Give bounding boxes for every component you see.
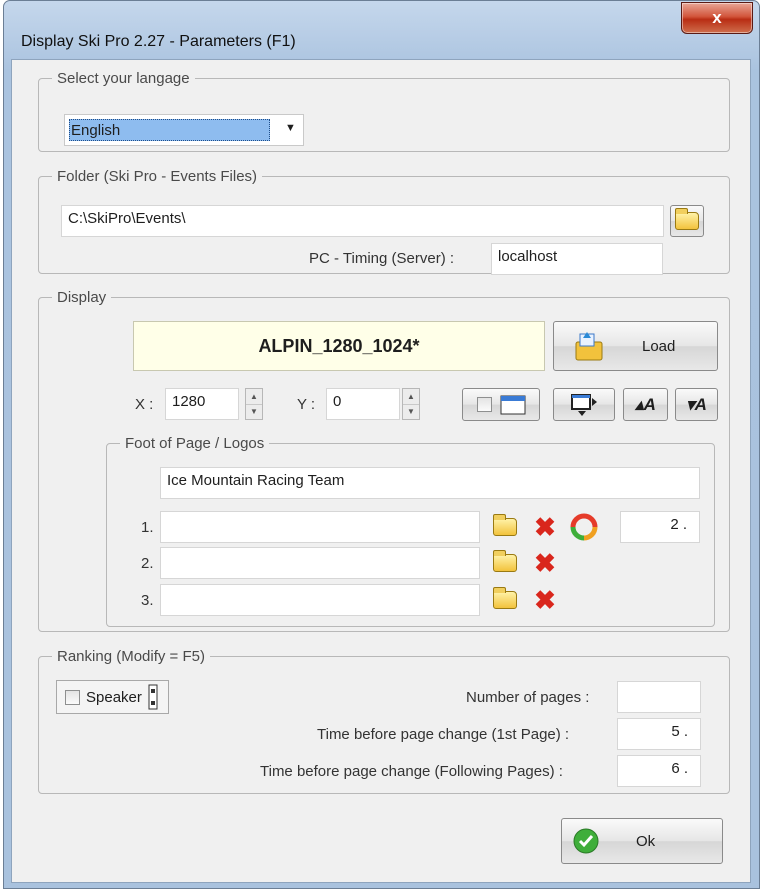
logo-3-input[interactable] — [160, 584, 480, 616]
window-title: Display Ski Pro 2.27 - Parameters (F1) — [21, 33, 296, 50]
resize-window-button[interactable] — [553, 388, 615, 421]
time-following-input[interactable]: 6 . — [617, 755, 701, 787]
rotation-interval-input[interactable]: 2 . — [620, 511, 700, 543]
display-group: Display ALPIN_1280_1024* Load X : 1280 ▲… — [38, 289, 730, 632]
server-input[interactable]: localhost — [491, 243, 663, 275]
dialog-client: Select your langage English ▼ Folder (Sk… — [11, 59, 751, 883]
folder-legend: Folder (Ski Pro - Events Files) — [57, 168, 258, 185]
refresh-icon — [570, 513, 598, 541]
ok-label: Ok — [636, 832, 656, 850]
rotate-logos-button[interactable] — [567, 511, 601, 543]
spin-up-icon[interactable]: ▲ — [403, 389, 419, 405]
font-up-button[interactable]: ▴A — [623, 388, 668, 421]
speaker-checkbox[interactable] — [65, 689, 80, 705]
window-icon — [500, 395, 525, 414]
language-legend: Select your langage — [57, 70, 190, 87]
y-input[interactable]: 0 — [326, 388, 400, 420]
speaker-toggle[interactable]: Speaker — [56, 680, 169, 714]
font-down-button[interactable]: ▾A — [675, 388, 718, 421]
close-button[interactable]: x — [681, 2, 753, 34]
folder-icon — [493, 550, 517, 572]
delete-icon: ✖ — [534, 512, 556, 542]
logo-2-delete-button[interactable]: ✖ — [529, 547, 561, 579]
x-spinner[interactable]: ▲ ▼ — [245, 388, 263, 420]
speaker-label: Speaker — [86, 688, 142, 706]
chevron-down-icon[interactable]: ▼ — [285, 122, 296, 134]
time-first-input[interactable]: 5 . — [617, 718, 701, 750]
resize-window-icon — [571, 393, 597, 416]
logo-1-input[interactable] — [160, 511, 480, 543]
language-select[interactable]: English ▼ — [64, 114, 304, 146]
logo-2-browse-button[interactable] — [489, 547, 521, 579]
pages-label: Number of pages : — [466, 689, 590, 706]
dialog-window: Display Ski Pro 2.27 - Parameters (F1) x… — [3, 0, 760, 889]
foot-text-input[interactable]: Ice Mountain Racing Team — [160, 467, 700, 499]
pages-input[interactable] — [617, 681, 701, 713]
folder-group: Folder (Ski Pro - Events Files) C:\SkiPr… — [38, 168, 730, 275]
folder-icon — [493, 587, 517, 609]
checkmark-icon — [573, 828, 599, 854]
spin-up-icon[interactable]: ▲ — [246, 389, 262, 405]
folder-icon — [493, 514, 517, 536]
ranking-group: Ranking (Modify = F5) Speaker Number of … — [38, 648, 730, 794]
server-label: PC - Timing (Server) : — [309, 250, 455, 267]
spin-down-icon[interactable]: ▼ — [403, 405, 419, 420]
speaker-icon — [148, 684, 158, 710]
window-mode-checkbox[interactable] — [476, 397, 492, 412]
x-label: X : — [135, 396, 154, 413]
logo-3-browse-button[interactable] — [489, 584, 521, 616]
language-selected-value: English — [71, 122, 121, 139]
language-selected-highlight: English — [69, 119, 270, 141]
delete-icon: ✖ — [534, 548, 556, 578]
delete-icon: ✖ — [534, 585, 556, 615]
load-label: Load — [642, 337, 676, 355]
ranking-legend: Ranking (Modify = F5) — [57, 648, 205, 665]
y-spinner[interactable]: ▲ ▼ — [402, 388, 420, 420]
window-mode-toggle[interactable] — [462, 388, 540, 421]
foot-group: Foot of Page / Logos Ice Mountain Racing… — [106, 435, 715, 627]
time-first-label: Time before page change (1st Page) : — [317, 726, 570, 743]
browse-folder-button[interactable] — [670, 205, 704, 237]
foot-legend: Foot of Page / Logos — [125, 435, 265, 452]
spin-down-icon[interactable]: ▼ — [246, 405, 262, 420]
logo-2-label: 2. — [141, 555, 154, 572]
logo-3-label: 3. — [141, 592, 154, 609]
time-following-label: Time before page change (Following Pages… — [260, 763, 563, 780]
y-label: Y : — [297, 396, 316, 413]
x-input[interactable]: 1280 — [165, 388, 239, 420]
folder-path-input[interactable]: C:\SkiPro\Events\ — [61, 205, 664, 237]
layout-name-display: ALPIN_1280_1024* — [133, 321, 545, 371]
font-decrease-icon: ▾A — [686, 394, 707, 414]
folder-open-icon — [575, 332, 603, 361]
display-legend: Display — [57, 289, 107, 306]
font-increase-icon: ▴A — [635, 394, 656, 414]
ok-button[interactable]: Ok — [561, 818, 723, 864]
close-icon: x — [712, 8, 722, 27]
logo-2-input[interactable] — [160, 547, 480, 579]
logo-1-label: 1. — [141, 519, 154, 536]
logo-1-browse-button[interactable] — [489, 511, 521, 543]
folder-icon — [675, 208, 699, 230]
logo-1-delete-button[interactable]: ✖ — [529, 511, 561, 543]
title-bar[interactable]: Display Ski Pro 2.27 - Parameters (F1) x — [4, 1, 759, 65]
load-button[interactable]: Load — [553, 321, 718, 371]
logo-3-delete-button[interactable]: ✖ — [529, 584, 561, 616]
language-group: Select your langage English ▼ — [38, 70, 730, 152]
